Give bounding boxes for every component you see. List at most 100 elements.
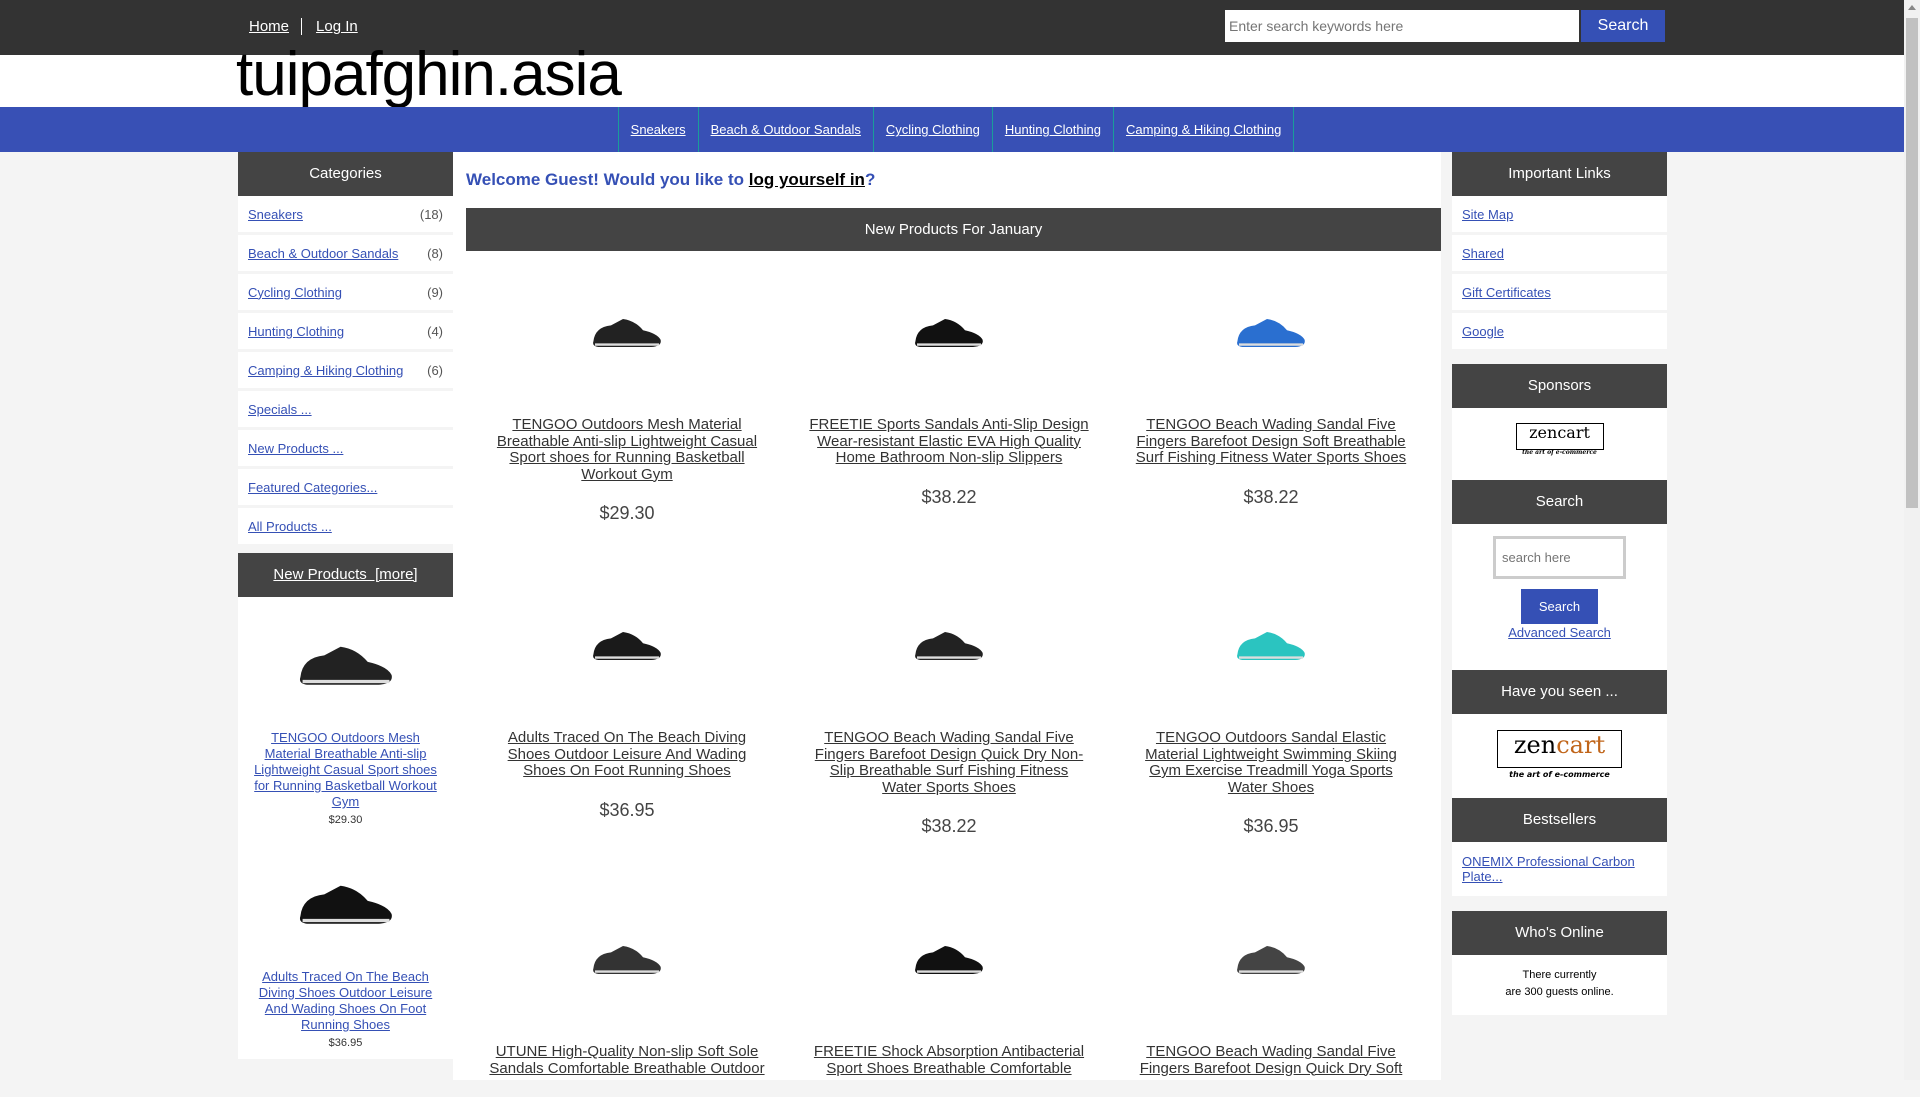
category-row: Specials ... (238, 391, 453, 427)
product-title-link[interactable]: FREETIE Sports Sandals Anti-Slip Design … (808, 416, 1090, 467)
category-link[interactable]: New Products ... (248, 441, 343, 456)
have-you-seen-heading: Have you seen ... (1452, 670, 1667, 714)
product-title-link[interactable]: TENGOO Outdoors Mesh Material Breathable… (486, 416, 768, 483)
bestsellers-heading: Bestsellers (1452, 798, 1667, 842)
product-card: Adults Traced On The Beach Diving Shoes … (466, 604, 788, 821)
new-products-more-link[interactable]: New Products [more] (273, 566, 417, 583)
whos-online-heading: Who's Online (1452, 911, 1667, 955)
category-link[interactable]: Cycling Clothing (248, 285, 342, 300)
categories-heading: Categories (238, 152, 453, 196)
product-title-link[interactable]: TENGOO Beach Wading Sandal Five Fingers … (1130, 1043, 1412, 1077)
product-price: $29.30 (599, 503, 655, 523)
category-link[interactable]: Camping & Hiking Clothing (248, 363, 403, 378)
site-logo[interactable]: tuipafghin.asia (236, 38, 622, 112)
product-image[interactable] (909, 604, 989, 684)
category-link[interactable]: Featured Categories... (248, 480, 377, 495)
nav-beach-sandals[interactable]: Beach & Outdoor Sandals (697, 107, 873, 152)
nav-hunting-clothing[interactable]: Hunting Clothing (991, 107, 1113, 152)
category-row: Beach & Outdoor Sandals (8) (238, 235, 453, 271)
important-links-heading: Important Links (1452, 152, 1667, 196)
product-price: $38.22 (1243, 486, 1299, 507)
category-count: (6) (427, 362, 443, 378)
online-text: There currently (1522, 969, 1597, 981)
login-link-inline[interactable]: log yourself in (749, 170, 865, 189)
category-link[interactable]: Hunting Clothing (248, 324, 344, 339)
main-content: Welcome Guest! Would you like to log you… (453, 152, 1441, 1080)
category-row: All Products ... (238, 508, 453, 544)
category-row: Featured Categories... (238, 469, 453, 505)
home-link[interactable]: Home (249, 18, 301, 35)
category-count: (9) (427, 284, 443, 300)
product-title-link[interactable]: TENGOO Outdoors Mesh Material Breathable… (238, 730, 453, 810)
category-count: (18) (419, 206, 443, 222)
product-price: $29.30 (328, 814, 363, 826)
category-link[interactable]: Specials ... (248, 402, 312, 417)
category-nav: Sneakers Beach & Outdoor Sandals Cycling… (0, 107, 1904, 152)
scroll-up-icon[interactable] (1908, 5, 1916, 10)
product-card: FREETIE Shock Absorption Antibacterial S… (788, 918, 1110, 1097)
product-image[interactable] (1231, 918, 1311, 998)
product-image[interactable] (289, 625, 403, 701)
zencart-logo[interactable]: zencart the art of e-commerce (1497, 730, 1622, 779)
category-row: Sneakers (18) (238, 196, 453, 232)
product-card: TENGOO Outdoors Mesh Material Breathable… (466, 291, 788, 524)
nav-sneakers[interactable]: Sneakers (617, 107, 698, 152)
product-price: $36.95 (328, 1037, 363, 1049)
category-link[interactable]: All Products ... (248, 519, 332, 534)
product-card: FREETIE Sports Sandals Anti-Slip Design … (788, 291, 1110, 508)
product-card: TENGOO Outdoors Sandal Elastic Material … (1110, 604, 1432, 837)
zencart-sponsor-logo[interactable]: zencart the art of e-commerce (1515, 423, 1604, 456)
sidebar-search-button[interactable]: Search (1521, 589, 1598, 624)
advanced-search-link[interactable]: Advanced Search (1508, 625, 1611, 640)
bestseller-link[interactable]: ONEMIX Professional Carbon Plate... (1462, 854, 1657, 884)
product-price: $36.95 (1243, 816, 1299, 836)
login-link[interactable]: Log In (301, 18, 370, 35)
product-card: TENGOO Beach Wading Sandal Five Fingers … (1110, 918, 1432, 1097)
category-row: Cycling Clothing (9) (238, 274, 453, 310)
category-count: (4) (427, 323, 443, 339)
side-product: TENGOO Outdoors Mesh Material Breathable… (238, 597, 453, 836)
product-image[interactable] (587, 918, 667, 998)
product-price: $38.22 (921, 486, 977, 507)
sidebar-search-input[interactable] (1493, 536, 1626, 579)
new-products-heading: New Products [more] (238, 553, 453, 597)
gift-certificates-link[interactable]: Gift Certificates (1462, 285, 1551, 300)
nav-camping-hiking[interactable]: Camping & Hiking Clothing (1112, 107, 1295, 152)
product-title-link[interactable]: TENGOO Beach Wading Sandal Five Fingers … (1130, 416, 1412, 467)
product-image[interactable] (1231, 291, 1311, 371)
header-search-input[interactable] (1225, 10, 1579, 42)
category-link[interactable]: Sneakers (248, 207, 303, 222)
product-title-link[interactable]: UTUNE High-Quality Non-slip Soft Sole Sa… (486, 1043, 768, 1077)
product-image[interactable] (289, 864, 403, 940)
scroll-thumb[interactable] (1906, 18, 1918, 508)
search-heading: Search (1452, 480, 1667, 524)
category-row: Camping & Hiking Clothing (6) (238, 352, 453, 388)
category-link[interactable]: Beach & Outdoor Sandals (248, 246, 398, 261)
product-image[interactable] (587, 291, 667, 371)
product-title-link[interactable]: FREETIE Shock Absorption Antibacterial S… (808, 1043, 1090, 1077)
welcome-message: Welcome Guest! Would you like to log you… (466, 170, 876, 189)
left-sidebar: Categories Sneakers (18) Beach & Outdoor S… (238, 152, 453, 1059)
product-title-link[interactable]: TENGOO Beach Wading Sandal Five Fingers … (808, 729, 1090, 796)
product-card: UTUNE High-Quality Non-slip Soft Sole Sa… (466, 918, 788, 1097)
product-image[interactable] (587, 604, 667, 684)
product-image[interactable] (1231, 604, 1311, 684)
sponsors-heading: Sponsors (1452, 364, 1667, 408)
shared-link[interactable]: Shared (1462, 246, 1504, 261)
header-search-button[interactable]: Search (1581, 10, 1665, 42)
product-image[interactable] (909, 918, 989, 998)
category-row: Hunting Clothing (4) (238, 313, 453, 349)
right-sidebar: Important Links Site Map Shared Gift Cer… (1452, 152, 1667, 1015)
site-map-link[interactable]: Site Map (1462, 207, 1513, 222)
product-price: $36.95 (599, 799, 655, 820)
product-title-link[interactable]: TENGOO Outdoors Sandal Elastic Material … (1130, 729, 1412, 796)
category-count: (8) (427, 245, 443, 261)
google-link[interactable]: Google (1462, 324, 1504, 339)
online-count: are 300 guests online. (1505, 986, 1614, 998)
product-image[interactable] (909, 291, 989, 371)
product-title-link[interactable]: Adults Traced On The Beach Diving Shoes … (486, 729, 768, 780)
nav-cycling-clothing[interactable]: Cycling Clothing (872, 107, 992, 152)
product-title-link[interactable]: Adults Traced On The Beach Diving Shoes … (238, 969, 453, 1033)
product-price: $38.22 (921, 816, 977, 836)
scrollbar[interactable] (1904, 0, 1920, 1080)
